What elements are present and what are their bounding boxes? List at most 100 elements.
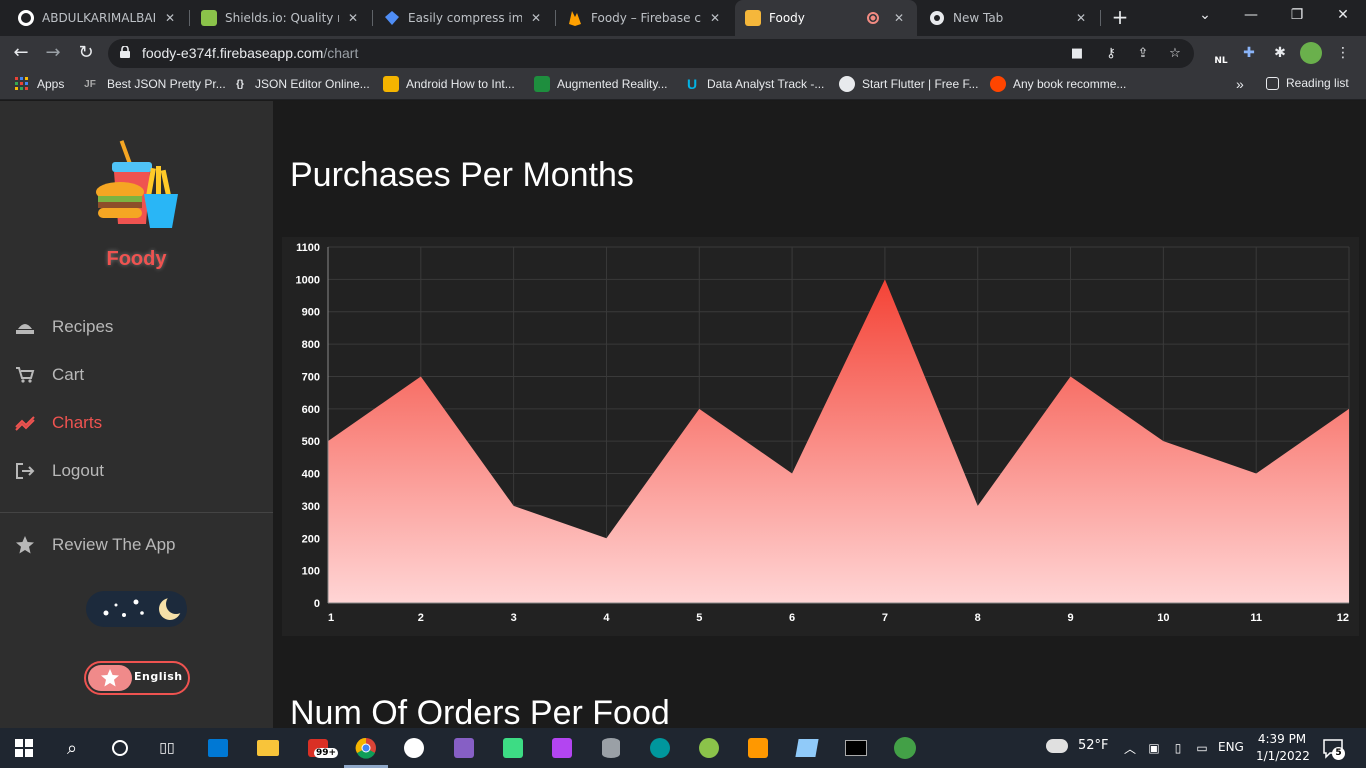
weather-widget[interactable]: 52°F [1046, 738, 1109, 753]
windows-start-icon[interactable] [10, 734, 38, 762]
new-tab-button[interactable]: + [1108, 6, 1132, 30]
reload-button[interactable]: ↻ [73, 40, 99, 66]
battery-icon[interactable]: ▭ [1188, 734, 1216, 762]
bookmark-star-icon[interactable]: ☆ [1166, 45, 1184, 63]
tab-new-tab[interactable]: New Tab ✕ [919, 0, 1099, 36]
review-app-button[interactable]: Review The App [14, 530, 175, 560]
notification-center-icon[interactable]: 5 [1322, 737, 1345, 760]
app-spiral-icon[interactable] [695, 734, 723, 762]
browser-tab-strip: ABDULKARIMALBAIK/ ✕ Shields.io: Quality … [0, 0, 1366, 36]
tab-close-icon[interactable]: ✕ [1073, 11, 1089, 25]
sidebar-item-recipes[interactable]: Recipes [14, 312, 113, 342]
visual-studio-icon[interactable] [450, 734, 478, 762]
bookmarks-overflow-button[interactable]: » [1236, 76, 1244, 92]
bookmark-ar[interactable]: Augmented Reality... [534, 76, 668, 92]
terminal-icon[interactable] [842, 734, 870, 762]
sidebar-item-charts[interactable]: Charts [14, 408, 102, 438]
word-icon[interactable] [400, 734, 428, 762]
camera-icon[interactable]: ■ [1068, 45, 1086, 63]
sublime-icon[interactable] [744, 734, 772, 762]
android-studio-icon[interactable] [499, 734, 527, 762]
reading-list-button[interactable]: Reading list [1266, 76, 1349, 90]
lock-icon [120, 46, 130, 58]
x-tick-label: 2 [418, 612, 424, 624]
tab-github[interactable]: ABDULKARIMALBAIK/ ✕ [8, 0, 188, 36]
tab-shields[interactable]: Shields.io: Quality met ✕ [191, 0, 371, 36]
tab-title: ABDULKARIMALBAIK/ [42, 11, 156, 25]
share-icon[interactable]: ⇪ [1134, 45, 1152, 63]
extension-nl-icon[interactable]: NL [1206, 42, 1228, 66]
sidebar-item-logout[interactable]: Logout [14, 456, 104, 486]
minimize-button[interactable]: — [1228, 0, 1274, 32]
database-icon[interactable] [597, 734, 625, 762]
telegram-icon[interactable] [891, 734, 919, 762]
tab-close-icon[interactable]: ✕ [891, 11, 907, 25]
key-icon[interactable]: ⚷ [1102, 45, 1120, 63]
bookmark-android[interactable]: Android How to Int... [383, 76, 515, 92]
tab-close-icon[interactable]: ✕ [345, 11, 361, 25]
address-bar[interactable]: foody-e374f.firebaseapp.com/chart ■ ⚷ ⇪ … [108, 39, 1194, 68]
tab-foody-active[interactable]: Foody ✕ [735, 0, 917, 36]
chart-trend-icon [14, 412, 36, 434]
chrome-taskbar-icon[interactable] [352, 734, 380, 762]
review-label: Review The App [52, 535, 176, 554]
sidebar-item-label: Cart [52, 365, 85, 384]
back-button[interactable]: ← [8, 40, 34, 66]
forward-button[interactable]: → [40, 40, 66, 66]
phpstorm-icon[interactable] [548, 734, 576, 762]
reading-list-label: Reading list [1286, 76, 1349, 90]
bookmark-reddit[interactable]: Any book recomme... [990, 76, 1126, 92]
tab-search-chevron-icon[interactable]: ⌄ [1182, 0, 1228, 32]
y-tick-label: 500 [302, 436, 320, 448]
android-icon [383, 76, 399, 92]
sidebar-item-cart[interactable]: Cart [14, 360, 84, 390]
tab-firebase[interactable]: Foody – Firebase cons ✕ [557, 0, 733, 36]
foody-icon [745, 10, 761, 26]
sidebar-item-label: Recipes [52, 317, 114, 336]
x-tick-label: 6 [789, 612, 795, 624]
bookmark-json-pretty[interactable]: JF Best JSON Pretty Pr... [80, 76, 226, 92]
mail-icon[interactable]: 99+ [304, 734, 339, 762]
bookmark-flutter[interactable]: Start Flutter | Free F... [839, 76, 978, 92]
extension-arrow-icon[interactable]: ✚ [1238, 42, 1260, 64]
bookmark-apps[interactable]: Apps [14, 76, 64, 92]
search-icon[interactable]: ⌕ [58, 734, 86, 762]
task-view-icon[interactable]: ▯▯ [153, 734, 181, 762]
notes-icon[interactable] [793, 734, 821, 762]
bookmark-label: JSON Editor Online... [255, 77, 370, 91]
clock[interactable]: 4:39 PM 1/1/2022 [1256, 731, 1310, 765]
apps-grid-icon [14, 76, 30, 92]
tab-compress[interactable]: Easily compress image ✕ [374, 0, 554, 36]
x-tick-label: 9 [1067, 612, 1073, 624]
arduino-icon[interactable] [646, 734, 674, 762]
sidebar: Foody Recipes Cart Charts Logout Review … [0, 101, 273, 728]
close-window-button[interactable]: ✕ [1320, 0, 1366, 32]
browser-toolbar: ← → ↻ foody-e374f.firebaseapp.com/chart … [0, 36, 1366, 70]
y-tick-label: 0 [314, 598, 320, 610]
input-language[interactable]: ENG [1218, 740, 1244, 754]
tab-close-icon[interactable]: ✕ [528, 11, 544, 25]
file-explorer-icon[interactable] [254, 734, 282, 762]
cortana-icon[interactable] [106, 734, 134, 762]
bookmark-label: Augmented Reality... [557, 77, 668, 91]
profile-avatar[interactable] [1300, 42, 1322, 64]
extensions-puzzle-icon[interactable]: ✱ [1269, 42, 1291, 64]
restore-button[interactable]: ❐ [1274, 0, 1320, 32]
mail-badge: 99+ [314, 748, 339, 758]
x-tick-label: 3 [511, 612, 517, 624]
windows-taskbar: ⌕ ▯▯ 99+ 52°F ︿ ▣ ▯ ▭ ENG 4:39 PM 1/1/20… [0, 728, 1366, 768]
y-tick-label: 200 [302, 533, 320, 545]
y-tick-label: 600 [302, 404, 320, 416]
language-toggle[interactable]: English [84, 661, 190, 695]
bookmark-json-editor[interactable]: {} JSON Editor Online... [232, 76, 370, 92]
tab-close-icon[interactable]: ✕ [707, 11, 723, 25]
y-tick-label: 900 [302, 307, 320, 319]
bookmark-udacity[interactable]: U Data Analyst Track -... [684, 76, 824, 92]
menu-kebab-icon[interactable]: ⋮ [1332, 42, 1354, 64]
dark-mode-toggle[interactable] [86, 591, 187, 627]
shields-icon [201, 10, 217, 26]
url-text: foody-e374f.firebaseapp.com/chart [142, 45, 359, 61]
tab-close-icon[interactable]: ✕ [162, 11, 178, 25]
star-icon [14, 534, 36, 556]
store-icon[interactable] [204, 734, 232, 762]
